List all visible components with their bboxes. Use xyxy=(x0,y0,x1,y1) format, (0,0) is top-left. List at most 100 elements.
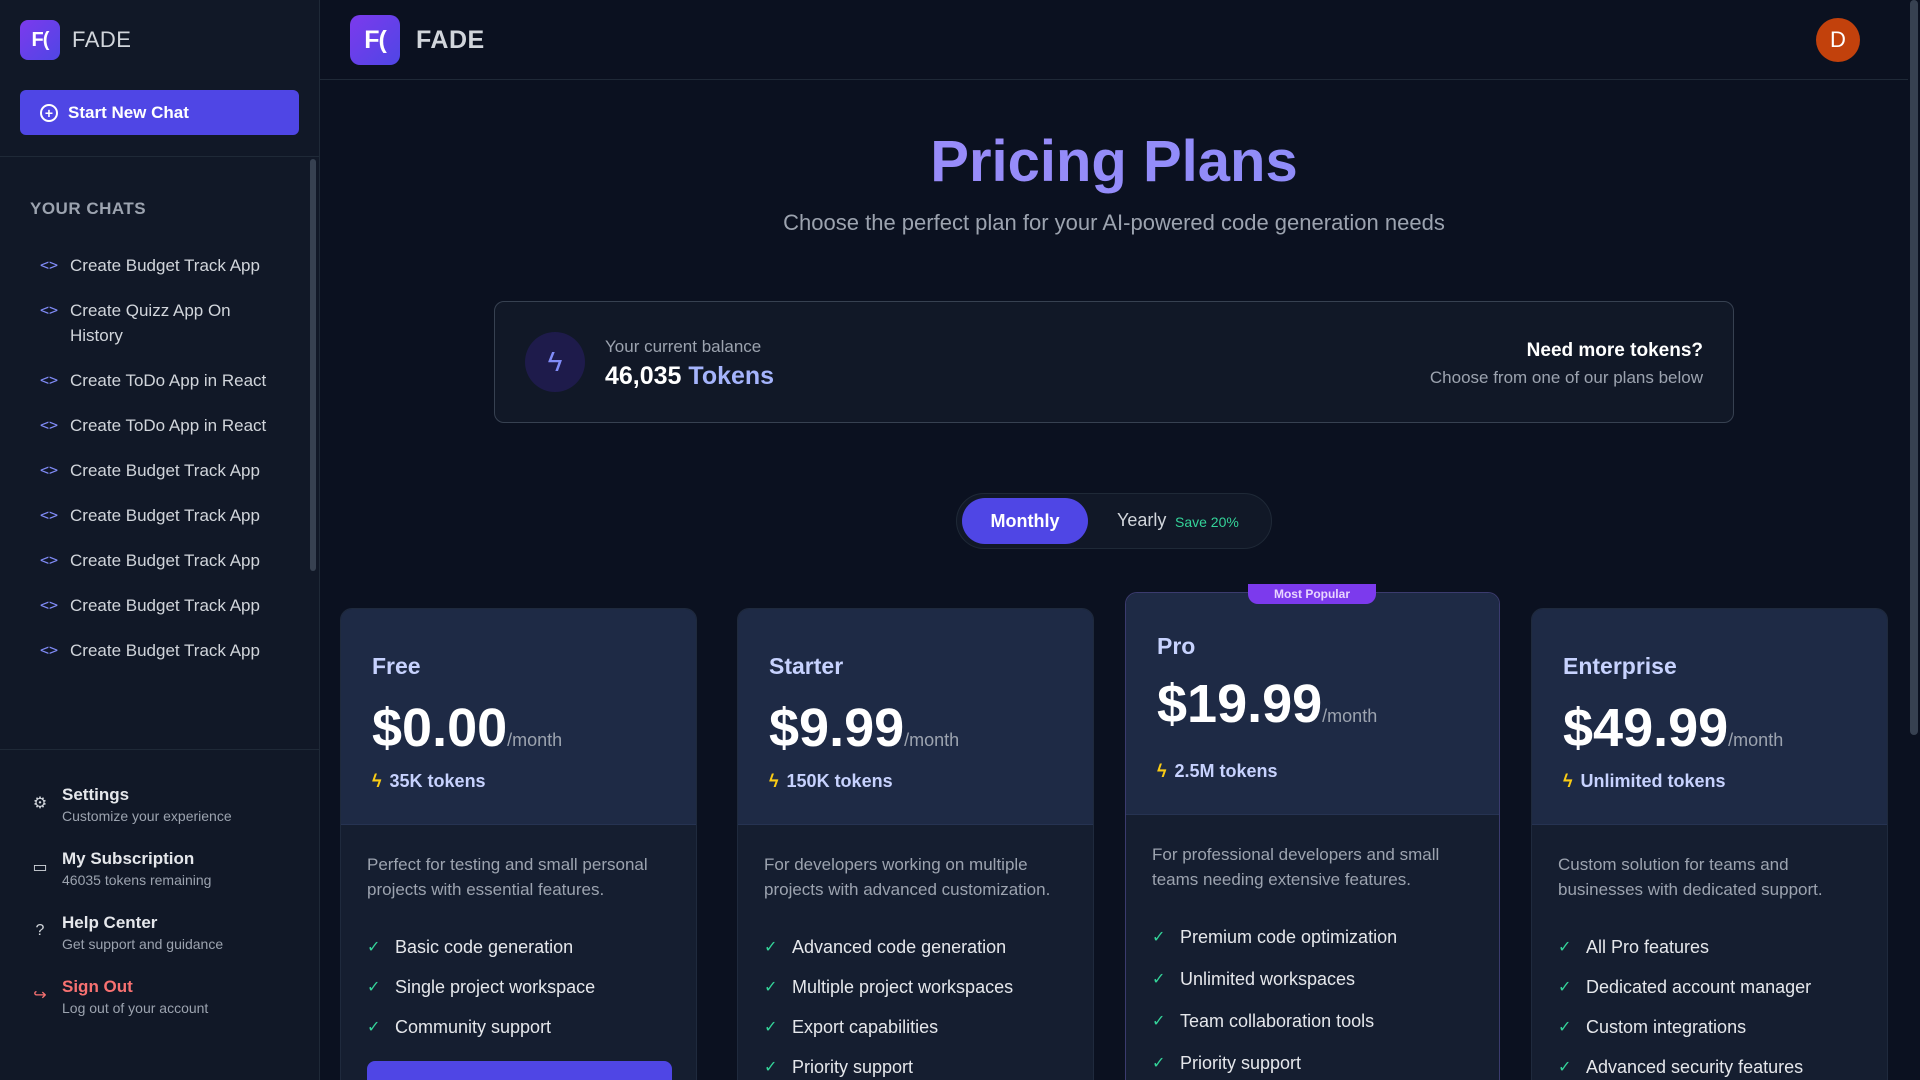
plan-card-pro: Pro $19.99/month ϟ 2.5M tokens For profes… xyxy=(1125,592,1500,1080)
plan-description: For developers working on multiple proje… xyxy=(764,855,1051,899)
chat-item-label: Create Budget Track App xyxy=(70,551,260,570)
plan-price-value: $0.00 xyxy=(372,698,508,758)
chat-item[interactable]: <> Create ToDo App in React xyxy=(40,368,280,393)
balance-unit: Tokens xyxy=(688,362,775,390)
monthly-option[interactable]: Monthly xyxy=(962,498,1088,544)
balance-value: 46,035 xyxy=(605,362,682,390)
chat-list-container[interactable]: YOUR CHATS <> Create Budget Track App <> C… xyxy=(0,157,320,749)
plan-description: Perfect for testing and small personal p… xyxy=(367,855,648,899)
code-icon: <> xyxy=(40,416,59,434)
feature-label: Priority support xyxy=(792,1056,914,1077)
sidebar-brand[interactable]: F( FADE xyxy=(20,20,131,60)
code-icon: <> xyxy=(40,551,59,569)
chat-item[interactable]: <> Create Budget Track App xyxy=(40,548,280,573)
plan-tokens: ϟ Unlimited tokens xyxy=(1563,771,1726,792)
feature-item: ✓ All Pro features xyxy=(1558,927,1811,967)
question-icon: ? xyxy=(35,922,45,939)
yearly-save-badge: Save 20% xyxy=(1175,514,1239,530)
feature-label: Basic code generation xyxy=(395,936,574,957)
chat-item[interactable]: <> Create Budget Track App xyxy=(40,593,280,618)
user-avatar[interactable]: D xyxy=(1816,18,1860,62)
page-title: Pricing Plans xyxy=(320,128,1908,195)
code-icon: <> xyxy=(40,461,59,479)
feature-item: ✓ Community support xyxy=(367,1007,595,1047)
feature-item: ✓ Custom integrations xyxy=(1558,1007,1811,1047)
chat-item[interactable]: <> Create ToDo App in React xyxy=(40,413,280,438)
plan-tokens-label: 35K tokens xyxy=(389,771,486,791)
plan-price: $19.99/month xyxy=(1157,673,1377,735)
check-icon: ✓ xyxy=(1558,939,1572,956)
settings-link[interactable]: ⚙ Settings Customize your experience xyxy=(30,784,300,826)
plan-period: /month xyxy=(1322,706,1378,726)
check-icon: ✓ xyxy=(367,939,381,956)
plan-period: /month xyxy=(904,730,960,750)
main-scrollbar[interactable] xyxy=(1908,0,1920,1080)
plan-tokens-label: Unlimited tokens xyxy=(1580,771,1726,791)
plan-price-value: $9.99 xyxy=(769,698,905,758)
chat-item[interactable]: <> Create Budget Track App xyxy=(40,253,280,278)
code-icon: <> xyxy=(40,596,59,614)
chat-item-label: Create Quizz App On History xyxy=(70,301,231,345)
feature-label: Advanced security features xyxy=(1586,1056,1804,1077)
feature-label: All Pro features xyxy=(1586,936,1710,957)
yearly-option[interactable]: Yearly xyxy=(1117,510,1166,531)
chat-item-label: Create ToDo App in React xyxy=(70,371,267,390)
feature-label: Community support xyxy=(395,1016,552,1037)
feature-item: ✓ Single project workspace xyxy=(367,967,595,1007)
feature-label: Multiple project workspaces xyxy=(792,976,1014,997)
most-popular-badge: Most Popular xyxy=(1248,584,1376,604)
code-icon: <> xyxy=(40,371,59,389)
fade-logo-icon: F( xyxy=(20,20,60,60)
sign-out-title: Sign Out xyxy=(62,977,133,996)
plan-description: Custom solution for teams and businesses… xyxy=(1558,855,1823,899)
check-icon: ✓ xyxy=(764,939,778,956)
feature-label: Unlimited workspaces xyxy=(1180,968,1356,989)
code-icon: <> xyxy=(40,301,59,319)
lightning-icon: ϟ xyxy=(769,771,779,791)
feature-item: ✓ Dedicated account manager xyxy=(1558,967,1811,1007)
main-scrollbar-thumb[interactable] xyxy=(1910,0,1918,735)
code-icon: <> xyxy=(40,506,59,524)
plan-tokens: ϟ 2.5M tokens xyxy=(1157,761,1278,782)
feature-item: ✓ Multiple project workspaces xyxy=(764,967,1013,1007)
plan-price: $0.00/month xyxy=(372,697,562,759)
plan-name: Free xyxy=(372,653,421,679)
billing-toggle: Monthly Yearly Save 20% xyxy=(956,493,1272,549)
help-center-link[interactable]: ? Help Center Get support and guidance xyxy=(30,912,300,954)
chat-item[interactable]: <> Create Quizz App On History xyxy=(40,298,280,348)
chat-item[interactable]: <> Create Budget Track App xyxy=(40,638,280,663)
plan-features: ✓ Advanced code generation ✓ Multiple proj… xyxy=(764,927,1013,1080)
chat-item[interactable]: <> Create Budget Track App xyxy=(40,458,280,483)
check-icon: ✓ xyxy=(764,979,778,996)
check-icon: ✓ xyxy=(1558,979,1572,996)
chat-item-label: Create Budget Track App xyxy=(70,596,260,615)
subscription-link[interactable]: ▭ My Subscription 46035 tokens remaining xyxy=(30,848,300,890)
plan-features: ✓ Premium code optimization ✓ Unlimited wo… xyxy=(1152,916,1397,1080)
plan-tokens: ϟ 35K tokens xyxy=(372,771,486,792)
plan-card-starter: Starter $9.99/month ϟ 150K tokens For dev… xyxy=(737,608,1094,1080)
feature-item: ✓ Priority support xyxy=(1152,1042,1397,1080)
plan-select-button[interactable] xyxy=(367,1061,672,1080)
lightning-icon: ϟ xyxy=(1157,761,1167,781)
lightning-icon: ϟ xyxy=(1563,771,1573,791)
code-icon: <> xyxy=(40,256,59,274)
sign-out-link[interactable]: ↪ Sign Out Log out of your account xyxy=(30,976,300,1018)
sidebar-scrollbar[interactable] xyxy=(310,159,316,571)
chat-item[interactable]: <> Create Budget Track App xyxy=(40,503,280,528)
subscription-subtitle: 46035 tokens remaining xyxy=(62,872,212,888)
chat-item-label: Create ToDo App in React xyxy=(70,416,267,435)
sign-out-subtitle: Log out of your account xyxy=(62,1000,209,1016)
start-new-chat-button[interactable]: + Start New Chat xyxy=(20,90,299,135)
feature-label: Dedicated account manager xyxy=(1586,976,1812,997)
chat-item-label: Create Budget Track App xyxy=(70,641,260,660)
plan-period: /month xyxy=(507,730,563,750)
feature-label: Priority support xyxy=(1180,1052,1302,1073)
header-brand[interactable]: F( FADE xyxy=(350,15,485,65)
lightning-icon: ϟ xyxy=(372,771,382,791)
help-title: Help Center xyxy=(62,913,158,932)
feature-item: ✓ Basic code generation xyxy=(367,927,595,967)
code-icon: <> xyxy=(40,641,59,659)
subscription-title: My Subscription xyxy=(62,849,195,868)
feature-label: Export capabilities xyxy=(792,1016,939,1037)
balance-card: ϟ Your current balance 46,035 Tokens Nee… xyxy=(494,301,1734,423)
